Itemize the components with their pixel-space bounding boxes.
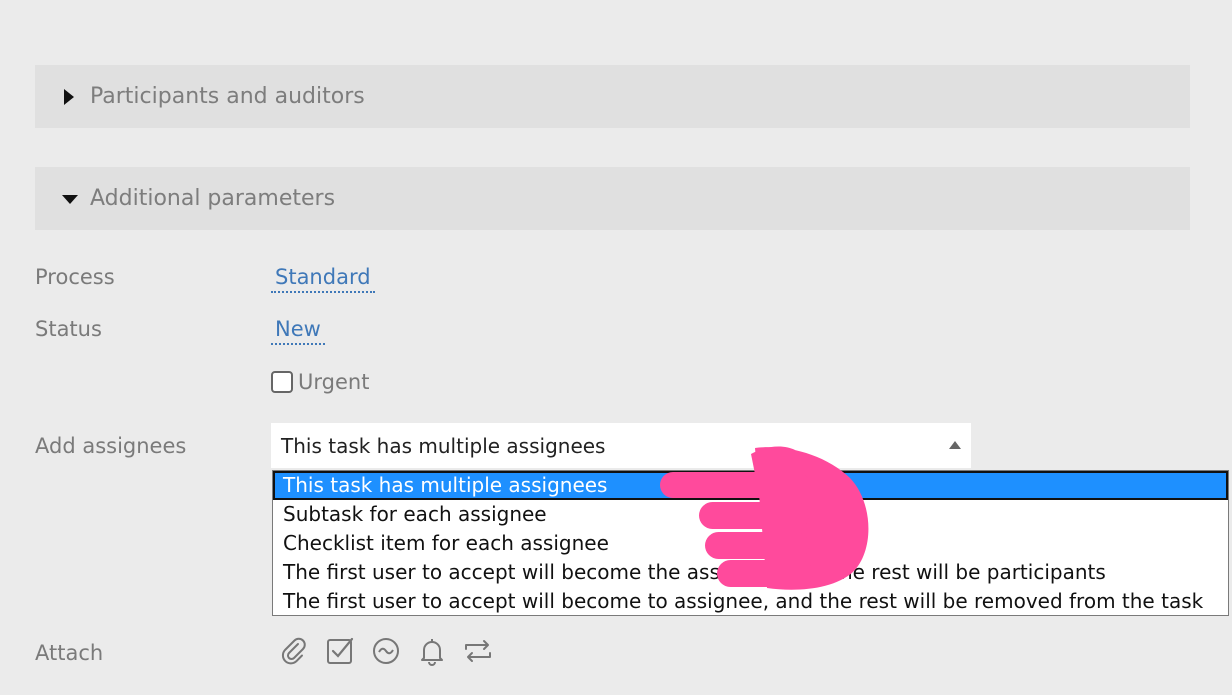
status-label: Status — [35, 317, 102, 341]
paperclip-icon[interactable] — [278, 635, 310, 667]
assignees-option[interactable]: Checklist item for each assignee — [273, 529, 1228, 558]
process-label: Process — [35, 265, 115, 289]
attach-toolbar — [278, 635, 494, 667]
expand-arrow-icon — [62, 88, 78, 105]
assignees-select[interactable]: This task has multiple assignees — [271, 423, 971, 468]
assignees-option[interactable]: This task has multiple assignees — [273, 471, 1228, 500]
attach-label: Attach — [35, 641, 104, 665]
urgent-label: Urgent — [298, 370, 370, 394]
process-link[interactable]: Standard — [271, 264, 375, 293]
assignees-dropdown-list[interactable]: This task has multiple assignees Subtask… — [272, 470, 1229, 616]
wave-icon[interactable] — [370, 635, 402, 667]
assignees-select-value: This task has multiple assignees — [281, 433, 606, 458]
assignees-option[interactable]: The first user to accept will become the… — [273, 558, 1228, 587]
assignees-option[interactable]: Subtask for each assignee — [273, 500, 1228, 529]
urgent-checkbox[interactable] — [271, 371, 293, 393]
section-participants-auditors[interactable]: Participants and auditors — [35, 65, 1190, 128]
collapse-arrow-icon — [62, 191, 78, 207]
section-title: Additional parameters — [90, 186, 336, 211]
status-link[interactable]: New — [271, 316, 325, 345]
urgent-row[interactable]: Urgent — [271, 370, 369, 394]
section-additional-parameters[interactable]: Additional parameters — [35, 167, 1190, 230]
caret-up-icon — [949, 441, 961, 449]
add-assignees-label: Add assignees — [35, 434, 187, 458]
assignees-option[interactable]: The first user to accept will become to … — [273, 587, 1228, 615]
checklist-icon[interactable] — [324, 635, 356, 667]
repeat-icon[interactable] — [462, 635, 494, 667]
bell-icon[interactable] — [416, 635, 448, 667]
section-title: Participants and auditors — [90, 84, 365, 109]
